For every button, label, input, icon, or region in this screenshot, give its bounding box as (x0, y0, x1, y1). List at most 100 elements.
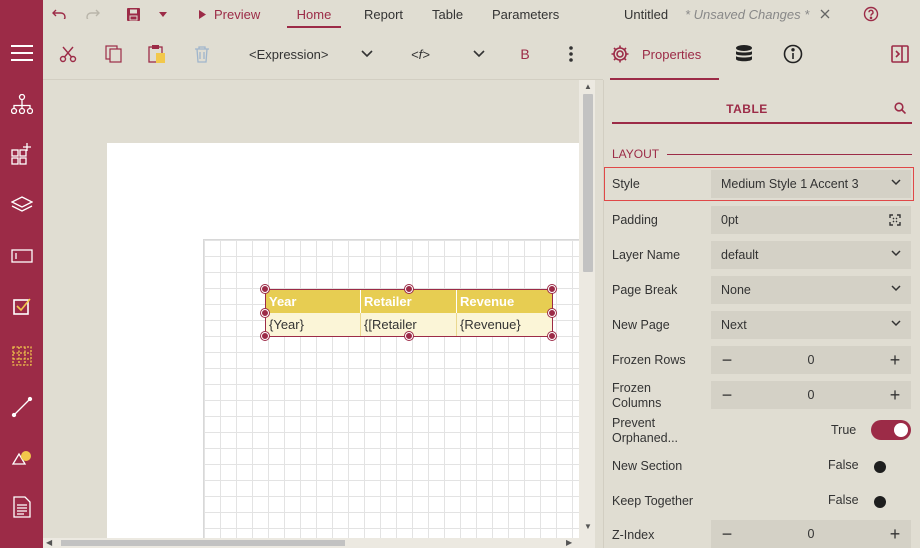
prop-frozen-rows-label: Frozen Rows (612, 353, 686, 367)
toggle-knob (894, 423, 908, 437)
horizontal-scrollbar[interactable]: ◀ ▶ (43, 538, 595, 548)
table-header-cell[interactable]: Revenue (457, 290, 552, 313)
prop-padding-label: Padding (612, 213, 658, 227)
prop-keep-together-label: Keep Together (612, 494, 694, 508)
tab-home[interactable]: Home (287, 0, 341, 28)
prop-prevent-orphaned-label: Prevent Orphaned... (612, 416, 679, 445)
expand-icon[interactable] (889, 214, 901, 226)
table-header-row[interactable]: Year Retailer Revenue (266, 290, 552, 313)
decrement-button[interactable]: − (713, 346, 741, 374)
page-break-select[interactable]: None (711, 276, 911, 304)
resize-handle[interactable] (261, 285, 269, 293)
checkbox-icon[interactable] (0, 286, 43, 326)
resize-handle[interactable] (261, 332, 269, 340)
keep-together-value: False (828, 493, 859, 507)
report-icon[interactable] (0, 487, 43, 527)
keep-together-toggle[interactable] (871, 492, 911, 512)
resize-handle[interactable] (548, 332, 556, 340)
frozen-columns-stepper[interactable]: − 0 + (711, 381, 911, 409)
table-element[interactable]: Year Retailer Revenue {Year} {[Retailer … (261, 285, 556, 340)
vertical-scroll-thumb[interactable] (583, 94, 593, 272)
table-header-cell[interactable]: Retailer (361, 290, 457, 313)
collapse-panel-icon[interactable] (891, 28, 909, 80)
function-dropdown[interactable]: <f> (403, 40, 493, 68)
tab-parameters[interactable]: Parameters (492, 0, 559, 28)
help-icon[interactable] (863, 0, 879, 28)
resize-handle[interactable] (405, 285, 413, 293)
scroll-right-icon[interactable]: ▶ (566, 538, 572, 548)
close-icon[interactable] (820, 0, 830, 28)
prop-keep-together: Keep Together False (604, 492, 920, 512)
prevent-orphaned-toggle[interactable] (871, 420, 911, 440)
scroll-down-icon[interactable]: ▼ (584, 522, 592, 532)
table-cell[interactable]: {Year} (266, 313, 361, 336)
paste-icon[interactable] (146, 40, 168, 68)
redo-icon[interactable] (86, 0, 100, 28)
decrement-button[interactable]: − (713, 381, 741, 409)
increment-button[interactable]: + (881, 520, 909, 548)
hierarchy-icon[interactable] (0, 84, 43, 124)
expression-dropdown[interactable]: <Expression> (243, 40, 383, 68)
database-icon[interactable] (735, 28, 753, 80)
tab-table[interactable]: Table (432, 0, 463, 28)
undo-icon[interactable] (52, 0, 66, 28)
prop-page-break-label: Page Break (612, 283, 678, 297)
increment-button[interactable]: + (881, 381, 909, 409)
save-dropdown-icon[interactable] (159, 0, 167, 28)
table-icon[interactable] (0, 336, 43, 376)
hamburger-menu-icon[interactable] (0, 33, 43, 73)
function-label: <f> (411, 46, 430, 62)
layer-name-select[interactable]: default (711, 241, 911, 269)
table-header-cell[interactable]: Year (266, 290, 361, 313)
increment-button[interactable]: + (881, 346, 909, 374)
tab-properties[interactable]: Properties (610, 28, 719, 80)
bold-button[interactable]: B (515, 40, 535, 68)
prop-z-index-label: Z-Index (612, 528, 655, 542)
resize-handle[interactable] (548, 285, 556, 293)
chevron-down-icon (891, 250, 901, 257)
preview-label: Preview (214, 6, 261, 22)
panel-tab-bar: Properties (603, 28, 920, 80)
style-select[interactable]: Medium Style 1 Accent 3 (711, 170, 911, 198)
padding-input[interactable]: 0pt (711, 206, 911, 234)
section-divider (667, 154, 912, 155)
frozen-rows-stepper[interactable]: − 0 + (711, 346, 911, 374)
scroll-up-icon[interactable]: ▲ (584, 82, 592, 92)
copy-icon[interactable] (103, 40, 125, 68)
shapes-icon[interactable] (0, 437, 43, 477)
more-icon[interactable] (561, 40, 581, 68)
add-component-icon[interactable] (0, 134, 43, 174)
search-icon[interactable] (894, 102, 906, 114)
delete-icon[interactable] (191, 40, 213, 68)
left-sidebar (0, 0, 43, 548)
new-page-select[interactable]: Next (711, 311, 911, 339)
design-grid (203, 239, 579, 538)
cut-icon[interactable] (57, 40, 79, 68)
preview-button[interactable]: Preview (199, 0, 260, 28)
design-canvas[interactable]: Year Retailer Revenue {Year} {[Retailer … (43, 80, 579, 538)
resize-handle[interactable] (261, 309, 269, 317)
new-section-toggle[interactable] (871, 457, 911, 477)
save-icon[interactable] (127, 0, 140, 28)
tab-report[interactable]: Report (364, 0, 403, 28)
table-cell[interactable]: {Revenue} (457, 313, 552, 336)
scroll-left-icon[interactable]: ◀ (46, 538, 52, 548)
document-title[interactable]: Untitled (624, 0, 668, 28)
info-icon[interactable] (783, 28, 803, 80)
resize-handle[interactable] (405, 332, 413, 340)
vertical-scrollbar[interactable]: ▲ ▼ (579, 80, 595, 538)
prop-prevent-orphaned: Prevent Orphaned... True (604, 416, 920, 446)
report-designer: Preview Home Report Table Parameters Unt… (0, 0, 920, 548)
textbox-icon[interactable] (0, 236, 43, 276)
chevron-down-icon (891, 179, 901, 186)
tab-home-label: Home (296, 6, 332, 22)
line-icon[interactable] (0, 387, 43, 427)
z-index-stepper[interactable]: − 0 + (711, 520, 911, 548)
decrement-button[interactable]: − (713, 520, 741, 548)
resize-handle[interactable] (548, 309, 556, 317)
layers-icon[interactable] (0, 185, 43, 225)
prop-new-section: New Section False (604, 457, 920, 477)
home-toolbar: <Expression> <f> B (43, 28, 603, 80)
toggle-knob (874, 461, 886, 473)
horizontal-scroll-thumb[interactable] (61, 540, 345, 546)
